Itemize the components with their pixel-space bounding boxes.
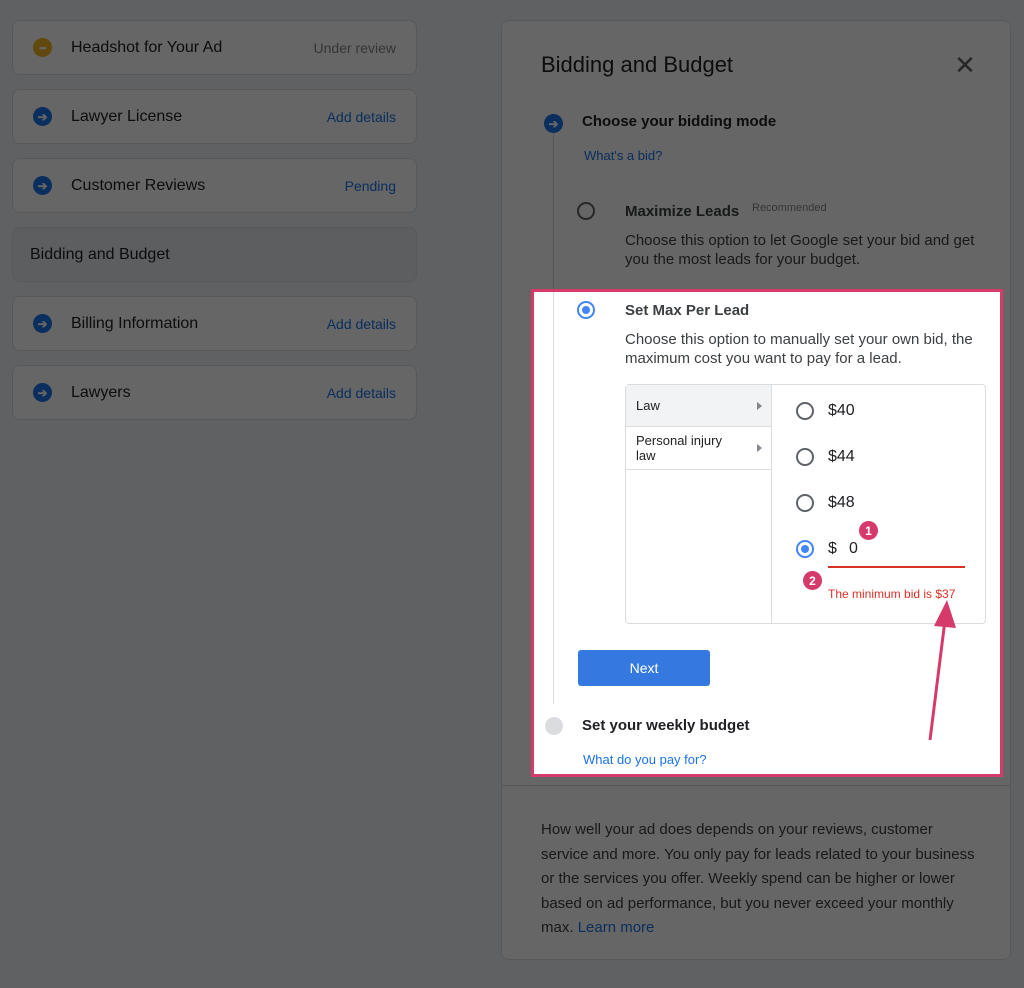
add-details-link[interactable]: Add details [327, 316, 396, 332]
sidebar-item-customer-reviews[interactable]: ➔ Customer Reviews Pending [12, 158, 417, 213]
arrow-right-circle-icon: ➔ [33, 176, 52, 195]
bid-40-radio[interactable] [796, 402, 814, 420]
category-label: Law [636, 398, 660, 413]
arrow-right-circle-icon: ➔ [33, 314, 52, 333]
sidebar-item-lawyer-license[interactable]: ➔ Lawyer License Add details [12, 89, 417, 144]
learn-more-link[interactable]: Learn more [578, 919, 655, 936]
custom-bid-input[interactable]: 0 [849, 540, 858, 558]
chevron-right-icon [757, 444, 762, 452]
bid-44-radio[interactable] [796, 448, 814, 466]
sidebar-item-label: Billing Information [71, 314, 199, 332]
category-label: Personal injury law [636, 433, 722, 463]
sidebar-item-label: Lawyers [71, 383, 131, 401]
step-title-weekly-budget: Set your weekly budget [582, 717, 750, 734]
set-max-per-lead-radio[interactable] [577, 301, 595, 319]
option-description: Choose this option to let Google set you… [625, 232, 975, 268]
recommended-tag: Recommended [752, 202, 827, 214]
add-details-link[interactable]: Add details [327, 109, 396, 125]
arrow-head [934, 600, 956, 628]
footer-info: How well your ad does depends on your re… [541, 818, 981, 941]
step-title-bidding-mode: Choose your bidding mode [582, 113, 777, 130]
sidebar-item-billing[interactable]: ➔ Billing Information Add details [12, 296, 417, 351]
what-do-you-pay-for-link[interactable]: What do you pay for? [583, 752, 707, 767]
more-horiz-icon: ••• [33, 38, 52, 57]
sidebar-item-label: Customer Reviews [71, 176, 206, 194]
input-error-underline [828, 566, 965, 568]
category-law[interactable]: Law [626, 385, 771, 427]
sidebar-item-headshot[interactable]: ••• Headshot for Your Ad Under review [12, 20, 417, 75]
status-text: Under review [313, 39, 396, 56]
arrow-right-circle-icon: ➔ [33, 107, 52, 126]
picker-divider [771, 385, 772, 623]
bid-amount: $48 [828, 494, 855, 511]
category-personal-injury[interactable]: Personal injury law [626, 427, 771, 470]
annotation-badge-2: 2 [803, 571, 822, 590]
next-button[interactable]: Next [578, 650, 710, 686]
annotation-arrow [928, 600, 956, 741]
bid-48-radio[interactable] [796, 494, 814, 512]
chevron-right-icon [757, 401, 762, 410]
close-icon[interactable]: ✕ [952, 52, 978, 78]
divider [501, 785, 1011, 786]
arrow-shaft [928, 619, 947, 741]
arrow-right-circle-icon: ➔ [33, 383, 52, 402]
step-pending-icon [545, 717, 563, 735]
bid-amount: $40 [828, 402, 855, 419]
custom-bid-radio[interactable] [796, 540, 814, 558]
maximize-leads-radio[interactable] [577, 202, 595, 220]
whats-a-bid-link[interactable]: What's a bid? [584, 148, 662, 163]
sidebar-item-lawyers[interactable]: ➔ Lawyers Add details [12, 365, 417, 420]
sidebar-item-label: Bidding and Budget [30, 245, 170, 263]
annotation-badge-1: 1 [859, 521, 878, 540]
option-title: Maximize Leads [625, 203, 740, 220]
stepper-line [553, 292, 554, 704]
currency-symbol: $ [828, 540, 837, 557]
bid-amount: $44 [828, 448, 855, 465]
sidebar-item-bidding-budget[interactable]: Bidding and Budget [12, 227, 417, 282]
arrow-right-circle-icon: ➔ [544, 114, 563, 133]
option-description: Choose this option to manually set your … [625, 331, 973, 367]
panel-title: Bidding and Budget [541, 52, 734, 77]
add-details-link[interactable]: Add details [327, 385, 396, 401]
sidebar-item-label: Headshot for Your Ad [71, 38, 223, 56]
option-title: Set Max Per Lead [625, 302, 750, 319]
sidebar-item-label: Lawyer License [71, 107, 183, 125]
status-text: Pending [344, 177, 396, 194]
